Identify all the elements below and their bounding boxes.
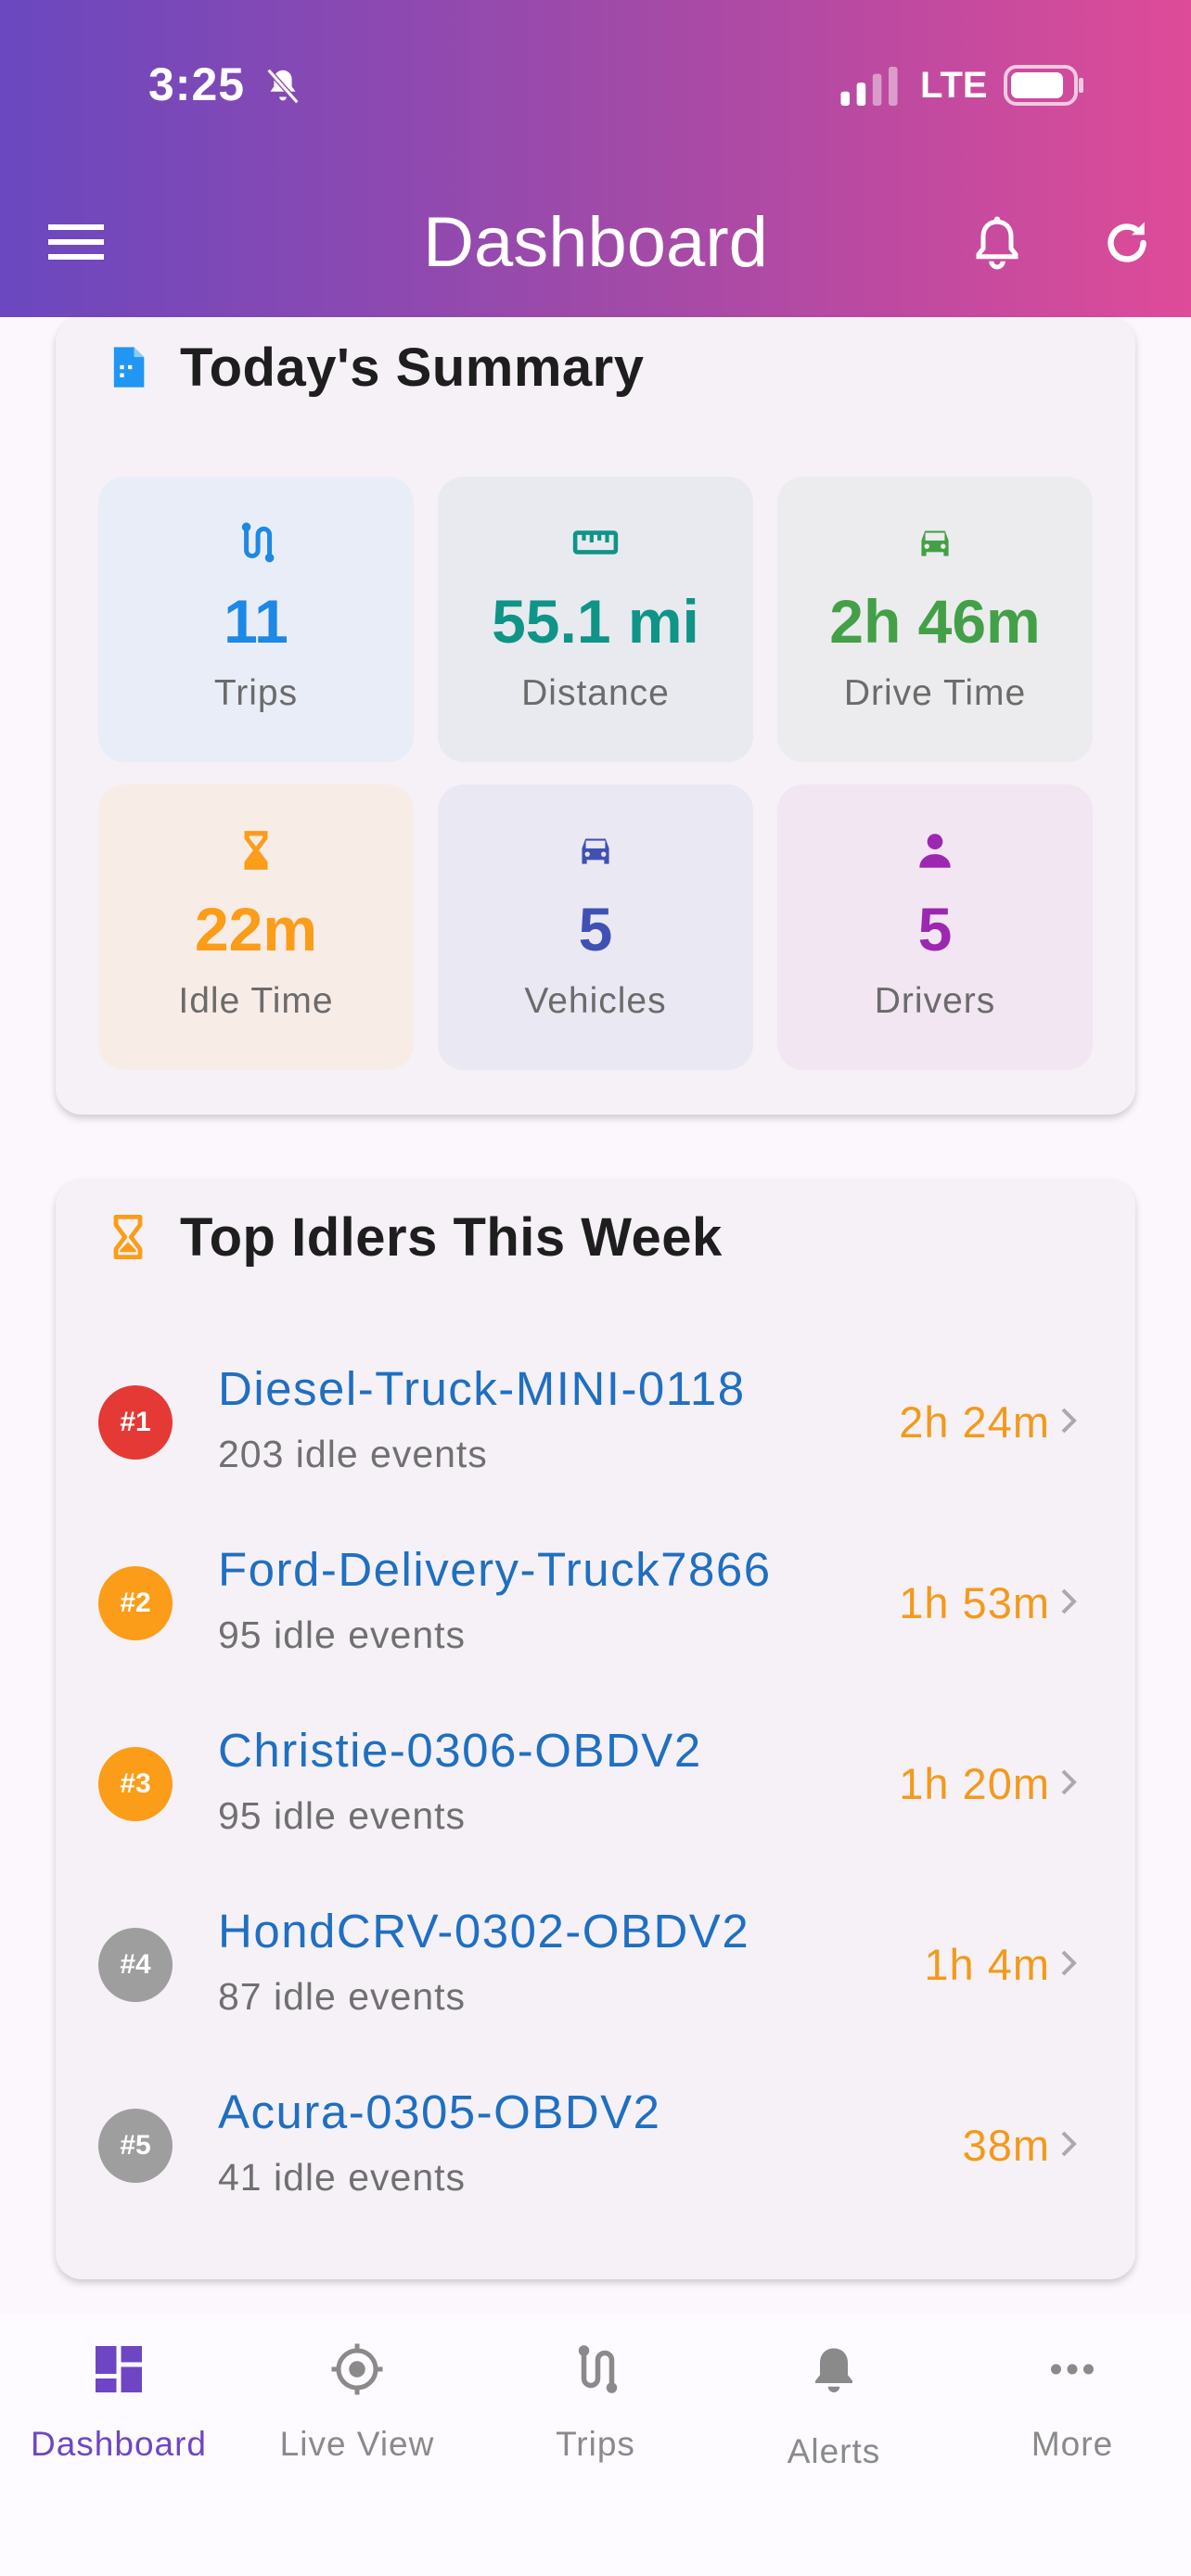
- idle-duration: 1h 20m: [899, 1759, 1050, 1808]
- vehicle-name: Acura-0305-OBDV2: [218, 2085, 661, 2138]
- nav-dashboard-label: Dashboard: [30, 2425, 207, 2463]
- nav-more[interactable]: More: [954, 2314, 1191, 2499]
- person-icon: [919, 834, 951, 868]
- app-header: 3:25 LTE Dashboard: [0, 0, 1191, 317]
- top-idlers-card: Top Idlers This Week #1 Diesel-Truck-MIN…: [56, 1180, 1135, 2279]
- nav-trips-label: Trips: [556, 2425, 635, 2463]
- vehicles-tile[interactable]: 5 Vehicles: [438, 784, 753, 1070]
- top-idlers-title: Top Idlers This Week: [180, 1206, 723, 1268]
- nav-trips[interactable]: Trips: [477, 2314, 714, 2499]
- hourglass-icon: [244, 831, 268, 870]
- idle-events: 87 idle events: [218, 1975, 467, 2018]
- vehicle-name: Ford-Delivery-Truck7866: [218, 1543, 772, 1596]
- nav-dashboard[interactable]: Dashboard: [0, 2314, 237, 2499]
- rank-badge: #2: [98, 1566, 173, 1640]
- more-horizontal-icon: [1051, 2364, 1094, 2375]
- idle-duration: 1h 53m: [899, 1578, 1050, 1627]
- trips-label: Trips: [213, 673, 299, 713]
- status-time: 3:25: [148, 58, 246, 110]
- route-icon: [241, 522, 275, 563]
- crosshair-icon: [331, 2343, 383, 2395]
- nav-live-view[interactable]: Live View: [238, 2314, 476, 2499]
- idler-row[interactable]: #5 Acura-0305-OBDV2 41 idle events 38m: [56, 2068, 1135, 2216]
- nav-more-label: More: [1031, 2425, 1114, 2463]
- refresh-icon[interactable]: [1099, 215, 1155, 271]
- distance-label: Distance: [521, 673, 670, 713]
- chevron-right-icon: [1061, 2131, 1077, 2157]
- drivers-value: 5: [917, 895, 953, 963]
- idler-row[interactable]: #3 Christie-0306-OBDV2 95 idle events 1h…: [56, 1706, 1135, 1855]
- chevron-right-icon: [1061, 1408, 1077, 1434]
- drive-time-label: Drive Time: [843, 673, 1027, 713]
- vehicle-name: Christie-0306-OBDV2: [218, 1724, 702, 1777]
- vehicle-name: Diesel-Truck-MINI-0118: [218, 1362, 746, 1415]
- ruler-icon: [572, 530, 619, 555]
- distance-value: 55.1 mi: [492, 587, 699, 656]
- notifications-bell-icon[interactable]: [969, 213, 1025, 274]
- car-icon: [582, 838, 609, 864]
- vehicles-label: Vehicles: [524, 981, 667, 1021]
- trips-tile[interactable]: 11 Trips: [98, 477, 414, 762]
- vehicles-value: 5: [578, 895, 613, 963]
- network-type: LTE: [920, 65, 988, 106]
- trips-value: 11: [224, 587, 288, 656]
- dashboard-icon: [96, 2346, 142, 2392]
- bottom-navigation: Dashboard Live View Trips Alerts More: [0, 2314, 1191, 2576]
- car-icon: [921, 530, 949, 556]
- drive-time-tile[interactable]: 2h 46m Drive Time: [777, 477, 1093, 762]
- idle-duration: 1h 4m: [924, 1940, 1050, 1989]
- rank-badge: #4: [98, 1928, 173, 2002]
- bell-off-icon: [266, 68, 300, 105]
- nav-alerts[interactable]: Alerts: [715, 2314, 953, 2499]
- idle-duration: 38m: [962, 2121, 1050, 2170]
- idle-time-value: 22m: [194, 895, 318, 963]
- summary-title: Today's Summary: [180, 337, 645, 398]
- idle-events: 41 idle events: [218, 2156, 467, 2199]
- hourglass-icon: [113, 1214, 143, 1260]
- vehicle-name: HondCRV-0302-OBDV2: [218, 1905, 750, 1958]
- drive-time-value: 2h 46m: [829, 587, 1041, 656]
- rank-badge: #3: [98, 1747, 173, 1821]
- idler-row[interactable]: #1 Diesel-Truck-MINI-0118 203 idle event…: [56, 1345, 1135, 1493]
- chevron-right-icon: [1061, 1950, 1077, 1976]
- chevron-right-icon: [1061, 1588, 1077, 1614]
- route-icon: [578, 2345, 618, 2393]
- idler-row[interactable]: #4 HondCRV-0302-OBDV2 87 idle events 1h …: [56, 1887, 1135, 2035]
- nav-live-view-label: Live View: [279, 2425, 435, 2463]
- nav-alerts-label: Alerts: [787, 2432, 881, 2470]
- drivers-tile[interactable]: 5 Drivers: [777, 784, 1093, 1070]
- rank-badge: #1: [98, 1385, 173, 1460]
- idle-time-label: Idle Time: [178, 981, 334, 1021]
- signal-icon: [840, 67, 898, 106]
- document-icon: [113, 347, 145, 388]
- drivers-label: Drivers: [874, 981, 996, 1021]
- idle-time-tile[interactable]: 22m Idle Time: [98, 784, 414, 1070]
- chevron-right-icon: [1061, 1769, 1077, 1795]
- todays-summary-card: Today's Summary 11 Trips 55.1 mi Distanc…: [56, 317, 1135, 1115]
- distance-tile[interactable]: 55.1 mi Distance: [438, 477, 753, 762]
- rank-badge: #5: [98, 2109, 173, 2183]
- bell-icon: [815, 2348, 852, 2392]
- idle-events: 95 idle events: [218, 1794, 467, 1837]
- idle-events: 203 idle events: [218, 1433, 488, 1475]
- idle-duration: 2h 24m: [899, 1397, 1050, 1447]
- idle-events: 95 idle events: [218, 1613, 467, 1656]
- idler-row[interactable]: #2 Ford-Delivery-Truck7866 95 idle event…: [56, 1525, 1135, 1674]
- battery-icon: [1004, 65, 1083, 106]
